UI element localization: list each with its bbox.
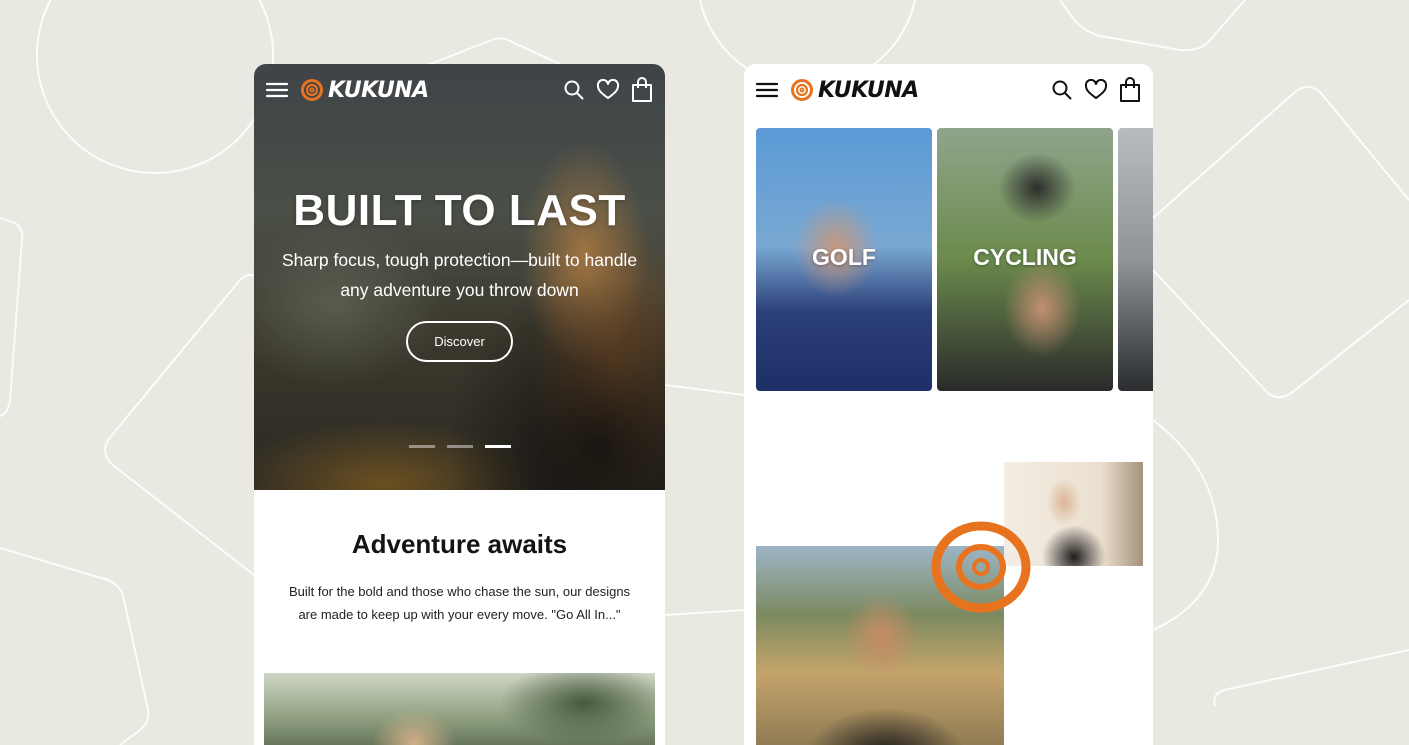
heart-icon[interactable]: [1083, 77, 1109, 103]
background-pattern: [0, 0, 1409, 745]
hero-title: BUILT TO LAST: [293, 186, 626, 235]
hamburger-icon[interactable]: [754, 77, 780, 103]
discover-button[interactable]: Discover: [406, 321, 513, 362]
brand-logo[interactable]: KUKUNA: [790, 78, 919, 103]
bag-icon[interactable]: [1117, 77, 1143, 103]
category-label: CYCLING: [973, 244, 1077, 270]
logo-mark-icon: [791, 79, 813, 101]
category-card-partial[interactable]: [1118, 128, 1153, 391]
top-navbar: KUKUNA: [744, 64, 1153, 116]
section-body: Built for the bold and those who chase t…: [288, 584, 631, 622]
logo-mark-icon: [301, 79, 323, 101]
carousel-dot[interactable]: [447, 445, 473, 448]
brand-name: KUKUNA: [818, 77, 919, 103]
carousel-dots: [409, 445, 511, 448]
hero-subtitle: Sharp focus, tough protection—built to h…: [281, 250, 638, 300]
hamburger-icon[interactable]: [264, 77, 290, 103]
category-card-cycling[interactable]: CYCLING: [937, 128, 1113, 391]
brand-logo[interactable]: KUKUNA: [300, 78, 429, 103]
home-screen-right: KUKUNA GOLF CYCLING: [744, 64, 1153, 745]
hero-banner: BUILT TO LAST Sharp focus, tough protect…: [254, 64, 665, 490]
search-icon[interactable]: [1049, 77, 1075, 103]
category-label: GOLF: [812, 244, 876, 270]
brand-ring-graphic: [931, 521, 1031, 613]
lifestyle-photo: [264, 673, 655, 745]
brand-name: KUKUNA: [328, 77, 429, 103]
bag-icon[interactable]: [629, 77, 655, 103]
search-icon[interactable]: [561, 77, 587, 103]
category-card-golf[interactable]: GOLF: [756, 128, 932, 391]
top-navbar: KUKUNA: [254, 64, 665, 116]
carousel-dot-active[interactable]: [485, 445, 511, 448]
carousel-dot[interactable]: [409, 445, 435, 448]
home-screen-left: BUILT TO LAST Sharp focus, tough protect…: [254, 64, 665, 745]
category-carousel: GOLF CYCLING: [756, 128, 1153, 391]
section-title: Adventure awaits: [351, 529, 568, 559]
heart-icon[interactable]: [595, 77, 621, 103]
